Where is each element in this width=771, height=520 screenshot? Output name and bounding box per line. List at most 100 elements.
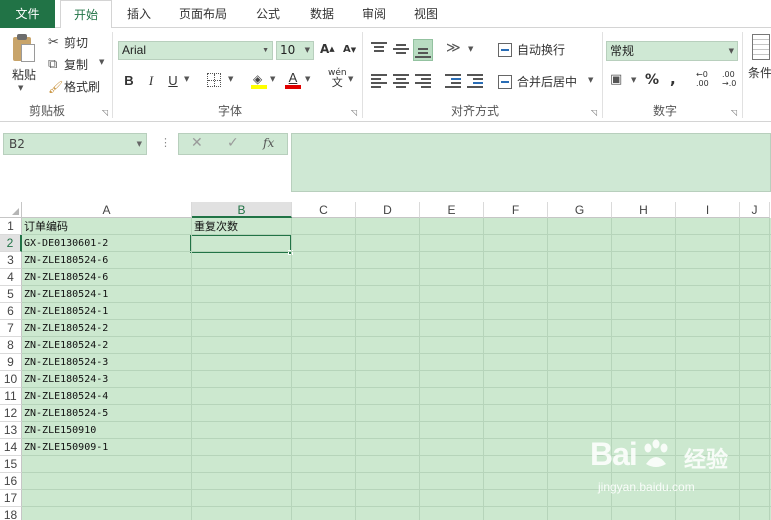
format-painter-button[interactable]: 🖌 格式刷 xyxy=(48,78,100,95)
border-dropdown-icon[interactable]: ▼ xyxy=(228,75,233,83)
column-header-e[interactable]: E xyxy=(420,202,484,218)
percent-button[interactable]: % xyxy=(645,72,659,88)
row-header-15[interactable]: 15 xyxy=(0,456,22,473)
align-middle-icon[interactable] xyxy=(393,44,409,58)
cell-a7[interactable]: ZN-ZLE180524-2 xyxy=(22,320,108,337)
cell-a6[interactable]: ZN-ZLE180524-1 xyxy=(22,303,108,320)
row-header-14[interactable]: 14 xyxy=(0,439,22,456)
column-header-d[interactable]: D xyxy=(356,202,420,218)
select-all-button[interactable] xyxy=(0,202,22,218)
row-header-12[interactable]: 12 xyxy=(0,405,22,422)
tab-formulas[interactable]: 公式 xyxy=(246,0,290,28)
cut-button[interactable]: ✂ 剪切 xyxy=(48,34,88,51)
row-header-17[interactable]: 17 xyxy=(0,490,22,507)
currency-dropdown-icon[interactable]: ▼ xyxy=(631,76,636,84)
cell-a2[interactable]: GX-DE0130601-2 xyxy=(22,235,108,252)
cell-a11[interactable]: ZN-ZLE180524-4 xyxy=(22,388,108,405)
copy-dropdown-icon[interactable]: ▼ xyxy=(99,58,104,66)
conditional-format-button[interactable]: 条件 xyxy=(748,64,771,81)
number-launcher-icon[interactable]: ◹ xyxy=(731,108,737,117)
increase-indent-icon[interactable] xyxy=(467,74,483,88)
tab-file[interactable]: 文件 xyxy=(0,0,55,28)
row-header-9[interactable]: 9 xyxy=(0,354,22,371)
number-format-select[interactable]: 常规 ▼ xyxy=(606,41,738,61)
font-size-select[interactable]: 10 ▼ xyxy=(276,41,314,60)
formula-bar-grip-icon[interactable]: ⋮ xyxy=(160,136,171,149)
row-header-5[interactable]: 5 xyxy=(0,286,22,303)
orientation-dropdown-icon[interactable]: ▼ xyxy=(468,45,473,53)
shrink-font-button[interactable]: A ▼ xyxy=(343,44,356,55)
phonetic-guide-button[interactable]: wén 文 xyxy=(328,68,347,88)
font-name-select[interactable]: Arial ▼ xyxy=(118,41,273,60)
row-header-2[interactable]: 2 xyxy=(0,235,22,252)
cell-a1[interactable]: 订单编码 xyxy=(22,218,68,235)
font-color-button[interactable]: A xyxy=(284,70,302,90)
name-box[interactable]: B2 ▼ xyxy=(3,133,147,155)
underline-dropdown-icon[interactable]: ▼ xyxy=(184,75,189,83)
cell-a10[interactable]: ZN-ZLE180524-3 xyxy=(22,371,108,388)
checkmark-icon[interactable]: ✓ xyxy=(227,135,239,151)
insert-function-button[interactable]: fx xyxy=(263,136,274,150)
align-left-icon[interactable] xyxy=(371,74,387,88)
column-header-i[interactable]: I xyxy=(676,202,740,218)
row-header-1[interactable]: 1 xyxy=(0,218,22,235)
formula-input[interactable] xyxy=(291,133,771,192)
align-right-icon[interactable] xyxy=(415,74,431,88)
tab-page-layout[interactable]: 页面布局 xyxy=(170,0,236,28)
border-icon[interactable] xyxy=(207,73,221,87)
font-color-dropdown-icon[interactable]: ▼ xyxy=(305,75,310,83)
cell-a13[interactable]: ZN-ZLE150910 xyxy=(22,422,96,439)
font-launcher-icon[interactable]: ◹ xyxy=(351,108,357,117)
column-header-h[interactable]: H xyxy=(612,202,676,218)
cancel-icon[interactable]: ✕ xyxy=(191,135,203,151)
cell-a4[interactable]: ZN-ZLE180524-6 xyxy=(22,269,108,286)
underline-button[interactable]: U xyxy=(164,72,182,90)
bold-button[interactable]: B xyxy=(120,72,138,90)
merge-center-button[interactable]: 合并后居中 xyxy=(498,73,577,90)
wrap-text-button[interactable]: 自动换行 xyxy=(498,41,565,58)
align-top-icon[interactable] xyxy=(371,42,387,56)
fill-color-dropdown-icon[interactable]: ▼ xyxy=(270,75,275,83)
currency-icon[interactable]: ▣ xyxy=(610,72,622,87)
align-center-icon[interactable] xyxy=(393,74,409,88)
column-header-b[interactable]: B xyxy=(192,202,292,218)
row-header-11[interactable]: 11 xyxy=(0,388,22,405)
italic-button[interactable]: I xyxy=(142,72,160,90)
cell-a14[interactable]: ZN-ZLE150909-1 xyxy=(22,439,108,456)
tab-home[interactable]: 开始 xyxy=(60,0,112,29)
column-header-c[interactable]: C xyxy=(292,202,356,218)
paste-button[interactable]: 粘贴 xyxy=(6,32,42,92)
column-header-f[interactable]: F xyxy=(484,202,548,218)
row-header-10[interactable]: 10 xyxy=(0,371,22,388)
grow-font-button[interactable]: A ▲ xyxy=(320,42,335,56)
cell-b1[interactable]: 重复次数 xyxy=(192,218,238,235)
comma-button[interactable]: , xyxy=(670,70,676,88)
column-header-a[interactable]: A xyxy=(22,202,192,218)
merge-dropdown-icon[interactable]: ▼ xyxy=(588,76,593,84)
row-header-4[interactable]: 4 xyxy=(0,269,22,286)
column-header-g[interactable]: G xyxy=(548,202,612,218)
row-header-18[interactable]: 18 xyxy=(0,507,22,520)
row-header-3[interactable]: 3 xyxy=(0,252,22,269)
orientation-icon[interactable]: ≫ xyxy=(446,40,461,56)
row-header-7[interactable]: 7 xyxy=(0,320,22,337)
conditional-format-icon[interactable] xyxy=(752,34,770,60)
fill-color-button[interactable]: ◈ xyxy=(250,70,268,90)
increase-decimal-button[interactable]: ←0 .00 xyxy=(696,70,718,88)
cell-a12[interactable]: ZN-ZLE180524-5 xyxy=(22,405,108,422)
clipboard-launcher-icon[interactable]: ◹ xyxy=(102,108,108,117)
paste-dropdown-icon[interactable]: ▼ xyxy=(18,84,23,92)
cell-a5[interactable]: ZN-ZLE180524-1 xyxy=(22,286,108,303)
copy-button[interactable]: ⧉ 复制 xyxy=(48,56,88,73)
cell-a9[interactable]: ZN-ZLE180524-3 xyxy=(22,354,108,371)
tab-data[interactable]: 数据 xyxy=(300,0,344,28)
row-header-13[interactable]: 13 xyxy=(0,422,22,439)
column-header-j[interactable]: J xyxy=(740,202,770,218)
row-header-8[interactable]: 8 xyxy=(0,337,22,354)
cell-a3[interactable]: ZN-ZLE180524-6 xyxy=(22,252,108,269)
row-header-16[interactable]: 16 xyxy=(0,473,22,490)
cell-a8[interactable]: ZN-ZLE180524-2 xyxy=(22,337,108,354)
tab-view[interactable]: 视图 xyxy=(404,0,448,28)
align-bottom-icon[interactable] xyxy=(413,39,433,61)
tab-review[interactable]: 审阅 xyxy=(352,0,396,28)
